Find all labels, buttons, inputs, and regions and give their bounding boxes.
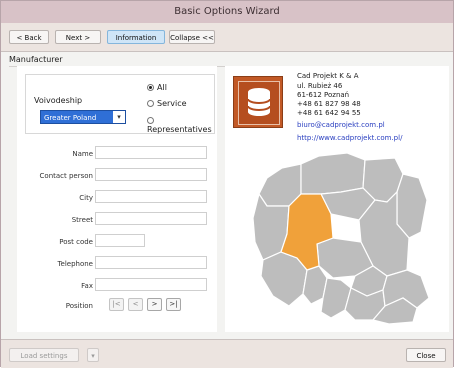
map-region-pomerania xyxy=(300,152,366,195)
back-button[interactable]: < Back xyxy=(9,30,49,44)
company-phone-2: +48 61 642 94 55 xyxy=(297,109,361,117)
company-info-panel: Cad Projekt K & A ul. Rubież 46 61-612 P… xyxy=(225,66,449,332)
street-field[interactable] xyxy=(95,212,207,225)
information-button[interactable]: Information xyxy=(107,30,165,44)
wizard-window: Basic Options Wizard < Back Next > Infor… xyxy=(0,0,454,368)
load-settings-button[interactable]: Load settings xyxy=(9,348,79,362)
company-city: 61-612 Poznań xyxy=(297,91,350,99)
chevron-down-icon: ▾ xyxy=(91,352,95,360)
toolbar: < Back Next > Information Collapse << xyxy=(1,23,453,52)
telephone-label: Telephone xyxy=(57,260,93,268)
radio-all-label: All xyxy=(157,83,167,92)
next-record-button[interactable]: > xyxy=(147,298,162,311)
company-email-link[interactable]: biuro@cadprojekt.com.pl xyxy=(297,121,385,129)
company-name: Cad Projekt K & A xyxy=(297,72,359,80)
radio-service-indicator xyxy=(147,100,154,107)
name-field[interactable] xyxy=(95,146,207,159)
title-bar: Basic Options Wizard xyxy=(1,1,453,23)
city-field[interactable] xyxy=(95,190,207,203)
voivodeship-select[interactable]: Greater Poland ▾ xyxy=(40,110,126,124)
fax-field[interactable] xyxy=(95,278,207,291)
load-settings-dropdown[interactable]: ▾ xyxy=(87,348,99,362)
voivodeship-label: Voivodeship xyxy=(34,96,83,105)
contact-person-field[interactable] xyxy=(95,168,207,181)
chevron-down-icon[interactable]: ▾ xyxy=(113,111,125,123)
manufacturer-form-panel: Voivodeship Greater Poland ▾ All Service… xyxy=(17,66,217,332)
next-button[interactable]: Next > xyxy=(55,30,101,44)
radio-representatives[interactable]: Representatives xyxy=(147,116,214,134)
radio-all-indicator xyxy=(147,84,154,91)
telephone-field[interactable] xyxy=(95,256,207,269)
bottom-bar: Load settings ▾ Close xyxy=(1,339,453,368)
radio-service[interactable]: Service xyxy=(147,99,187,108)
collapse-button[interactable]: Collapse << xyxy=(169,30,215,44)
post-code-field[interactable] xyxy=(95,234,145,247)
radio-all[interactable]: All xyxy=(147,83,167,92)
company-logo xyxy=(233,76,283,128)
window-title: Basic Options Wizard xyxy=(174,6,280,17)
name-label: Name xyxy=(72,150,93,158)
contact-person-label: Contact person xyxy=(39,172,93,180)
close-button[interactable]: Close xyxy=(406,348,446,362)
city-label: City xyxy=(79,194,93,202)
last-record-button[interactable]: >| xyxy=(166,298,181,311)
post-code-label: Post code xyxy=(59,238,93,246)
voivodeship-select-value: Greater Poland xyxy=(44,114,97,122)
first-record-button[interactable]: |< xyxy=(109,298,124,311)
database-icon xyxy=(238,81,280,125)
radio-service-label: Service xyxy=(157,99,187,108)
position-label: Position xyxy=(65,302,93,310)
fax-label: Fax xyxy=(81,282,93,290)
poland-map[interactable] xyxy=(237,148,442,326)
company-phone-1: +48 61 827 98 48 xyxy=(297,100,361,108)
street-label: Street xyxy=(71,216,93,224)
company-website-link[interactable]: http://www.cadprojekt.com.pl/ xyxy=(297,134,402,142)
company-address: ul. Rubież 46 xyxy=(297,82,343,90)
radio-representatives-label: Representatives xyxy=(147,125,212,134)
section-title: Manufacturer xyxy=(9,55,63,64)
filter-group: Voivodeship Greater Poland ▾ All Service… xyxy=(25,74,215,134)
radio-representatives-indicator xyxy=(147,117,154,124)
previous-record-button[interactable]: < xyxy=(128,298,143,311)
